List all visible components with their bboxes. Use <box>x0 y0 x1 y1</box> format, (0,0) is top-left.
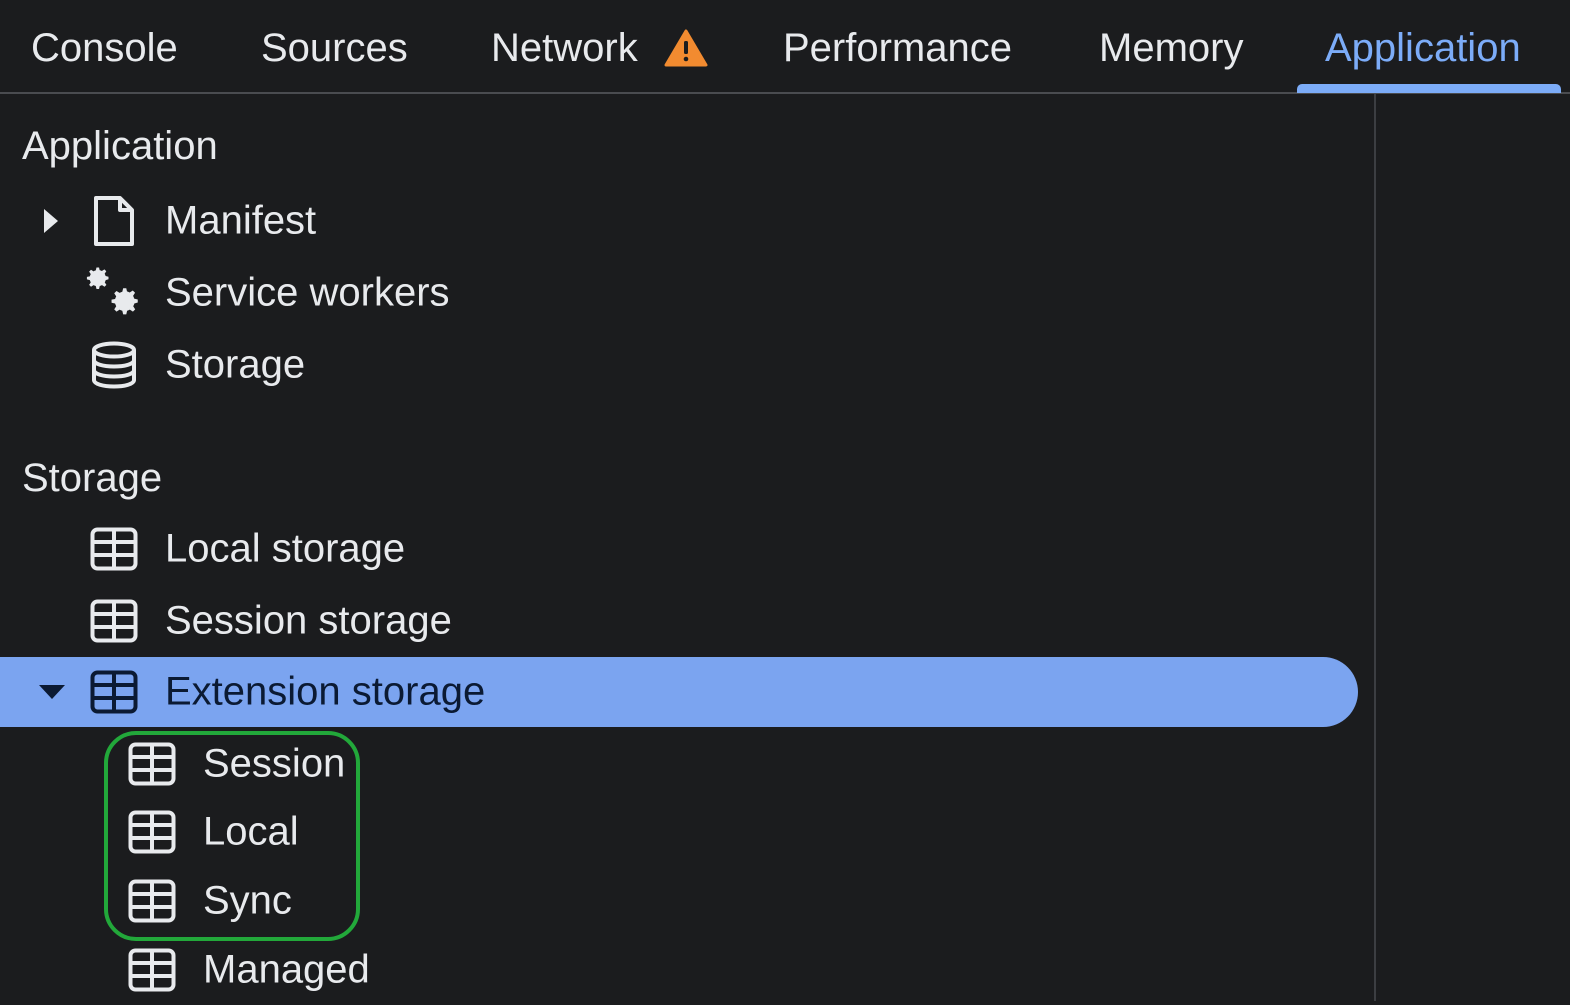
tab-application[interactable]: Application <box>1325 0 1521 92</box>
sidebar-item-storage[interactable]: Storage <box>0 330 1360 400</box>
sidebar-item-label: Service workers <box>165 270 450 315</box>
tab-performance[interactable]: Performance <box>783 0 1012 92</box>
tab-sources[interactable]: Sources <box>261 0 408 92</box>
triangle-down-icon[interactable] <box>38 683 66 701</box>
section-title-storage: Storage <box>22 456 163 500</box>
table-icon <box>90 599 138 643</box>
sidebar-item-local-storage[interactable]: Local storage <box>0 514 1360 584</box>
sidebar-item-label: Managed <box>203 947 370 992</box>
sidebar-item-label: Local storage <box>165 526 406 571</box>
tab-memory[interactable]: Memory <box>1099 0 1243 92</box>
tab-console[interactable]: Console <box>31 0 178 92</box>
warning-icon <box>664 29 708 67</box>
table-icon <box>90 670 138 714</box>
gears-icon <box>84 264 144 322</box>
table-icon <box>90 527 138 571</box>
triangle-right-icon[interactable] <box>42 208 60 234</box>
sidebar-item-service-workers[interactable]: Service workers <box>0 258 1360 328</box>
section-title-application: Application <box>22 124 218 168</box>
sidebar-item-extension-storage[interactable]: Extension storage <box>0 657 1358 727</box>
annotation-highlight-outline <box>104 731 360 941</box>
devtools-tab-bar: Console Sources Network Performance Memo… <box>0 0 1570 94</box>
sidebar-item-label: Storage <box>165 342 306 387</box>
panel-splitter[interactable] <box>1374 94 1376 1001</box>
document-icon <box>94 196 134 246</box>
tab-network[interactable]: Network <box>491 0 638 92</box>
sidebar-item-session-storage[interactable]: Session storage <box>0 586 1360 656</box>
table-icon <box>128 948 176 992</box>
sidebar-item-label: Extension storage <box>165 669 486 714</box>
database-icon <box>92 341 136 389</box>
active-tab-indicator <box>1297 84 1561 93</box>
sidebar-item-manifest[interactable]: Manifest <box>0 186 1360 256</box>
sidebar-item-label: Session storage <box>165 598 452 643</box>
sidebar-item-label: Manifest <box>165 198 317 243</box>
sidebar-item-extension-managed[interactable]: Managed <box>0 935 1360 1005</box>
